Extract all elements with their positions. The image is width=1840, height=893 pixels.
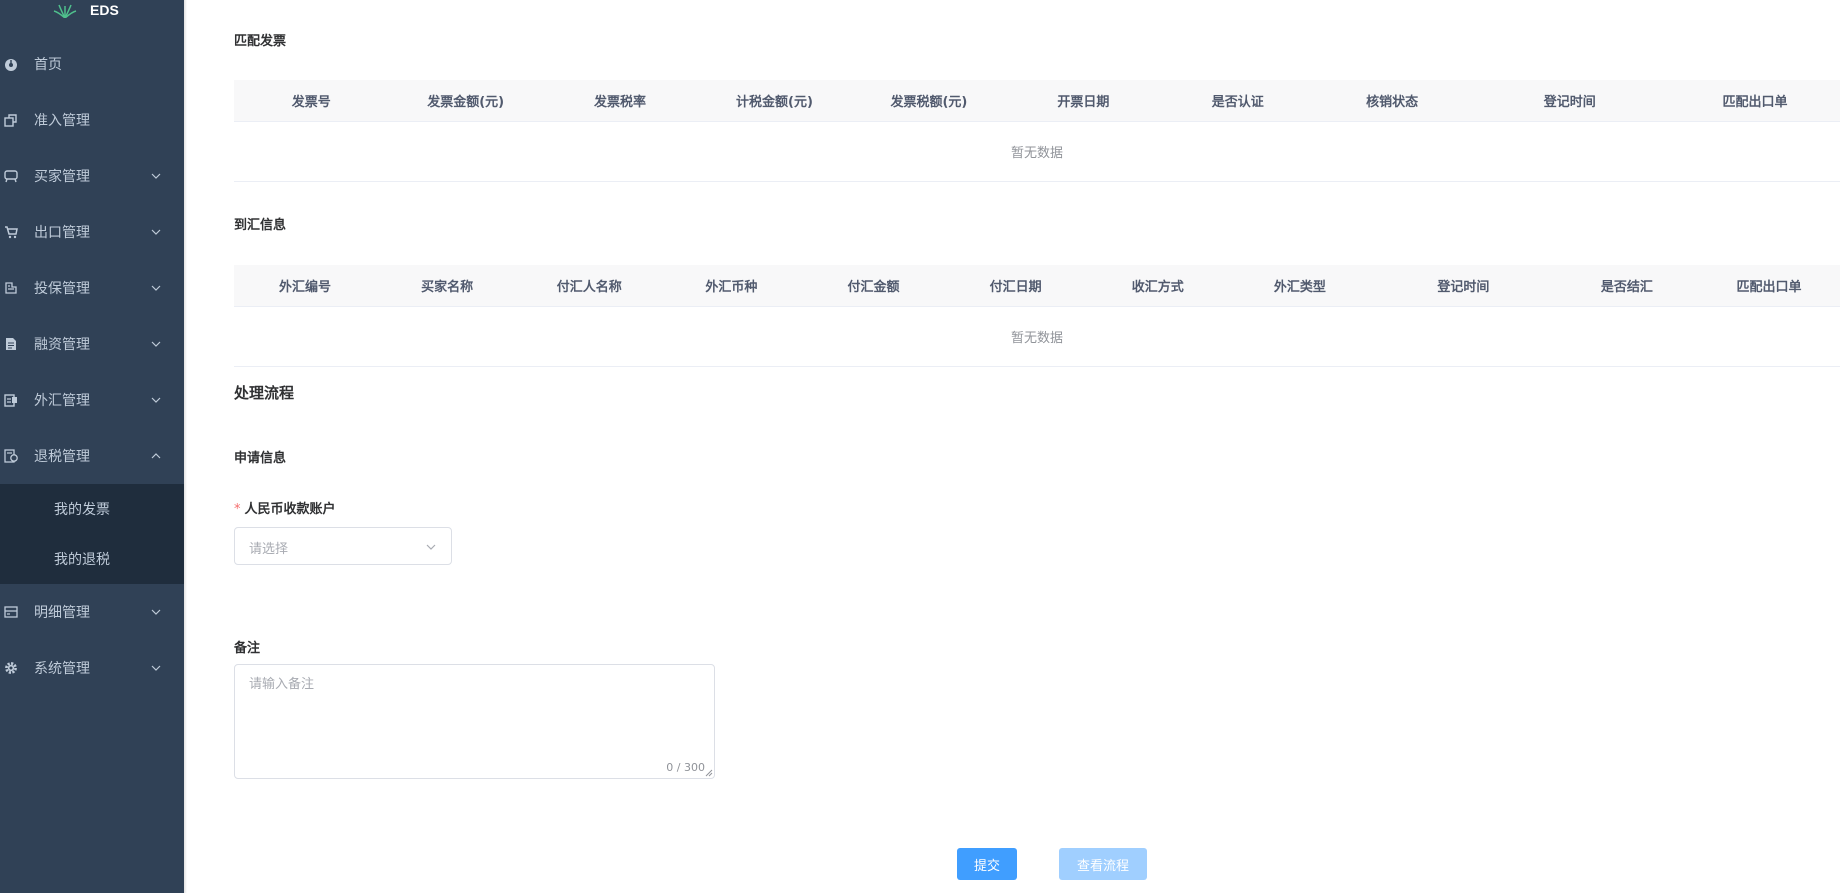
submenu-item-label: 我的发票 xyxy=(54,502,110,518)
column-header[interactable]: 发票金额(元) xyxy=(388,91,542,110)
cart-icon xyxy=(4,225,18,239)
insurance-icon xyxy=(4,281,18,295)
remark-textarea[interactable]: 请输入备注 0 / 300 xyxy=(234,664,715,779)
resize-handle-icon[interactable] xyxy=(705,769,713,777)
table-header: 外汇编号 买家名称 付汇人名称 外汇币种 付汇金额 付汇日期 收汇方式 外汇类型… xyxy=(234,265,1840,307)
table-body: 暂无数据 xyxy=(234,307,1840,367)
sidebar-item-label: 投保管理 xyxy=(34,281,90,297)
required-mark: * xyxy=(234,502,241,517)
sidebar-item-label: 退税管理 xyxy=(34,449,90,465)
invoice-section-title: 匹配发票 xyxy=(234,34,287,49)
sidebar-item-home[interactable]: 首页 xyxy=(0,36,184,92)
leaf-logo-icon xyxy=(53,4,77,18)
remark-char-count: 0 / 300 xyxy=(666,761,705,774)
column-header[interactable]: 计税金额(元) xyxy=(697,91,851,110)
chevron-down-icon xyxy=(151,173,161,179)
sidebar-item-label: 系统管理 xyxy=(34,661,90,677)
column-header[interactable]: 登记时间 xyxy=(1371,276,1556,295)
sidebar-item-forex[interactable]: 外汇管理 xyxy=(0,372,184,428)
chevron-down-icon xyxy=(151,609,161,615)
column-header[interactable]: 收汇方式 xyxy=(1087,276,1229,295)
chevron-up-icon xyxy=(151,453,161,459)
remit-table: 外汇编号 买家名称 付汇人名称 外汇币种 付汇金额 付汇日期 收汇方式 外汇类型… xyxy=(234,265,1840,367)
empty-text: 暂无数据 xyxy=(1010,146,1063,161)
chevron-down-icon xyxy=(151,665,161,671)
empty-text: 暂无数据 xyxy=(1010,331,1063,346)
remark-label: 备注 xyxy=(234,641,261,656)
main-content: 匹配发票 发票号 发票金额(元) 发票税率 计税金额(元) 发票税额(元) 开票… xyxy=(184,0,1840,893)
column-header[interactable]: 付汇人名称 xyxy=(518,276,660,295)
logo[interactable]: EDS xyxy=(0,0,184,24)
chevron-down-icon xyxy=(151,229,161,235)
chevron-down-icon xyxy=(426,544,436,550)
detail-icon xyxy=(4,605,18,619)
sidebar: EDS 首页 准入管理 买家管理 出口管理 投保管理 融资管理 外汇管理 退税管… xyxy=(0,0,187,893)
chevron-down-icon xyxy=(151,341,161,347)
chevron-down-icon xyxy=(151,397,161,403)
invoice-table: 发票号 发票金额(元) 发票税率 计税金额(元) 发票税额(元) 开票日期 是否… xyxy=(234,80,1840,182)
account-label-text: 人民币收款账户 xyxy=(244,502,336,517)
sidebar-item-label: 买家管理 xyxy=(34,169,90,185)
logo-text: EDS xyxy=(90,2,119,18)
column-header[interactable]: 匹配出口单 xyxy=(1670,91,1840,110)
remit-section-title: 到汇信息 xyxy=(234,218,287,233)
view-process-button[interactable]: 查看流程 xyxy=(1059,848,1147,880)
apply-title: 申请信息 xyxy=(234,451,287,466)
gear-icon xyxy=(4,661,18,675)
sidebar-item-label: 首页 xyxy=(34,57,62,73)
column-header[interactable]: 外汇币种 xyxy=(660,276,802,295)
sidebar-item-details[interactable]: 明细管理 xyxy=(0,584,184,640)
table-header: 发票号 发票金额(元) 发票税率 计税金额(元) 发票税额(元) 开票日期 是否… xyxy=(234,80,1840,122)
column-header[interactable]: 外汇类型 xyxy=(1229,276,1371,295)
process-title: 处理流程 xyxy=(234,384,295,402)
submit-button[interactable]: 提交 xyxy=(957,848,1017,880)
submenu-item-label: 我的退税 xyxy=(54,552,110,568)
remark-placeholder: 请输入备注 xyxy=(249,677,315,692)
sidebar-item-system[interactable]: 系统管理 xyxy=(0,640,184,696)
column-header[interactable]: 登记时间 xyxy=(1469,91,1670,110)
account-select-placeholder: 请选择 xyxy=(249,542,289,557)
sidebar-item-export[interactable]: 出口管理 xyxy=(0,204,184,260)
sidebar-item-label: 准入管理 xyxy=(34,113,90,129)
sidebar-item-access[interactable]: 准入管理 xyxy=(0,92,184,148)
sidebar-item-insurance[interactable]: 投保管理 xyxy=(0,260,184,316)
column-header[interactable]: 外汇编号 xyxy=(234,276,376,295)
sidebar-item-label: 明细管理 xyxy=(34,605,90,621)
column-header[interactable]: 买家名称 xyxy=(376,276,518,295)
dashboard-icon xyxy=(4,57,18,71)
tax-refund-icon xyxy=(4,449,18,463)
submenu-item-my-invoices[interactable]: 我的发票 xyxy=(0,484,184,534)
column-header[interactable]: 发票号 xyxy=(234,91,388,110)
submenu-item-my-refunds[interactable]: 我的退税 xyxy=(0,534,184,584)
column-header[interactable]: 核销状态 xyxy=(1315,91,1469,110)
column-header[interactable]: 是否结汇 xyxy=(1556,276,1698,295)
table-body: 暂无数据 xyxy=(234,122,1840,182)
sidebar-item-financing[interactable]: 融资管理 xyxy=(0,316,184,372)
buyer-icon xyxy=(4,169,18,183)
column-header[interactable]: 是否认证 xyxy=(1161,91,1315,110)
access-icon xyxy=(4,113,18,127)
column-header[interactable]: 发票税额(元) xyxy=(852,91,1006,110)
column-header[interactable]: 付汇日期 xyxy=(945,276,1087,295)
column-header[interactable]: 开票日期 xyxy=(1006,91,1160,110)
exchange-icon xyxy=(4,393,18,407)
account-label: * 人民币收款账户 xyxy=(234,498,336,517)
sidebar-item-buyer[interactable]: 买家管理 xyxy=(0,148,184,204)
tax-refund-submenu: 我的发票 我的退税 xyxy=(0,484,184,584)
sidebar-item-label: 融资管理 xyxy=(34,337,90,353)
sidebar-item-tax-refund[interactable]: 退税管理 xyxy=(0,428,184,484)
document-icon xyxy=(4,337,18,351)
column-header[interactable]: 发票税率 xyxy=(543,91,697,110)
column-header[interactable]: 匹配出口单 xyxy=(1698,276,1840,295)
account-select[interactable]: 请选择 xyxy=(234,527,452,565)
sidebar-item-label: 外汇管理 xyxy=(34,393,90,409)
chevron-down-icon xyxy=(151,285,161,291)
column-header[interactable]: 付汇金额 xyxy=(803,276,945,295)
sidebar-item-label: 出口管理 xyxy=(34,225,90,241)
